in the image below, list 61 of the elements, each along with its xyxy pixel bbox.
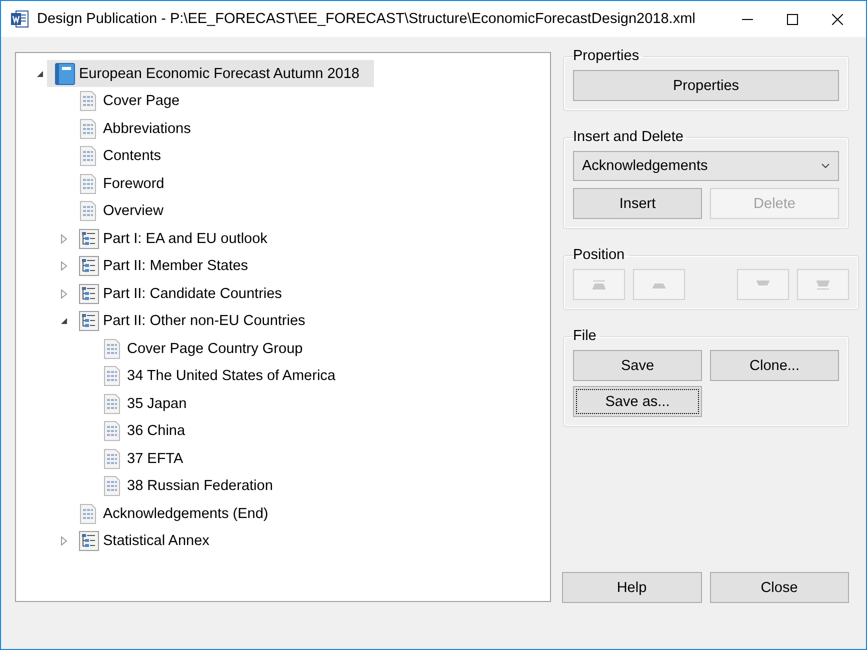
expand-icon[interactable] bbox=[60, 288, 68, 299]
page-icon bbox=[79, 504, 97, 524]
move-top-icon bbox=[591, 280, 607, 290]
page-icon bbox=[79, 91, 97, 112]
insert-button[interactable]: Insert bbox=[573, 188, 702, 219]
tree-item[interactable]: Statistical Annex bbox=[71, 528, 224, 555]
chevron-down-icon bbox=[821, 163, 830, 169]
collapse-icon[interactable] bbox=[60, 317, 68, 326]
tree-item[interactable]: 35 Japan bbox=[95, 390, 201, 418]
window-title: Design Publication - P:\EE_FORECAST\EE_FORECAST\Structure\EconomicForecastDesign2018.xml bbox=[37, 11, 696, 27]
page-icon bbox=[79, 174, 97, 194]
collapse-icon[interactable] bbox=[36, 70, 44, 78]
save-as-button[interactable]: Save as... bbox=[573, 386, 702, 417]
group-title: Insert and Delete bbox=[573, 129, 684, 145]
tree-item[interactable]: European Economic Forecast Autumn 2018 bbox=[47, 60, 374, 88]
tree-item[interactable]: 38 Russian Federation bbox=[95, 472, 287, 500]
section-icon bbox=[79, 284, 99, 304]
help-button[interactable]: Help bbox=[562, 572, 702, 603]
page-icon bbox=[103, 394, 121, 414]
tree-item[interactable]: 37 EFTA bbox=[95, 445, 198, 472]
close-icon[interactable] bbox=[832, 14, 843, 24]
section-icon bbox=[79, 531, 99, 552]
tree-item[interactable]: Cover Page bbox=[71, 88, 194, 115]
expand-icon[interactable] bbox=[60, 261, 68, 272]
page-icon bbox=[103, 476, 121, 496]
tree-item[interactable]: Overview bbox=[71, 198, 178, 225]
section-icon bbox=[79, 228, 99, 249]
group-title: Properties bbox=[573, 48, 640, 64]
tree-item[interactable]: Abbreviations bbox=[71, 115, 205, 142]
section-icon bbox=[79, 256, 99, 276]
tree-item[interactable]: Cover Page Country Group bbox=[95, 335, 317, 362]
clone-button[interactable]: Clone... bbox=[710, 350, 839, 381]
tree-item[interactable]: Acknowledgements (End) bbox=[71, 500, 282, 528]
tree-item[interactable]: 36 China bbox=[95, 418, 200, 445]
section-icon bbox=[79, 311, 99, 332]
page-icon bbox=[79, 118, 97, 139]
tree-item[interactable]: Part II: Other non-EU Countries bbox=[71, 308, 320, 335]
book-icon bbox=[55, 62, 75, 85]
expand-icon[interactable] bbox=[60, 536, 68, 546]
page-icon bbox=[79, 201, 97, 222]
group-title: Position bbox=[573, 247, 626, 263]
tree-item[interactable]: Part II: Candidate Countries bbox=[71, 280, 296, 308]
item-dropdown[interactable]: Acknowledgements bbox=[573, 151, 839, 181]
page-icon bbox=[103, 448, 121, 469]
page-icon bbox=[79, 146, 97, 166]
page-icon bbox=[103, 421, 121, 442]
move-bottom-icon bbox=[815, 280, 831, 290]
word-app-icon bbox=[11, 10, 29, 28]
page-icon bbox=[103, 338, 121, 359]
maximize-icon[interactable] bbox=[787, 14, 798, 24]
tree-item[interactable]: Part I: EA and EU outlook bbox=[71, 225, 282, 252]
group-title: File bbox=[573, 328, 598, 344]
page-icon bbox=[103, 366, 121, 386]
expand-icon[interactable] bbox=[60, 234, 68, 244]
tree-item[interactable]: Part II: Member States bbox=[71, 252, 262, 280]
save-button[interactable]: Save bbox=[573, 350, 702, 381]
close-button[interactable]: Close bbox=[710, 572, 849, 603]
tree-item[interactable]: Foreword bbox=[71, 170, 178, 198]
tree-item[interactable]: 34 The United States of America bbox=[95, 362, 350, 390]
properties-button[interactable]: Properties bbox=[573, 70, 839, 101]
tree-item[interactable]: Contents bbox=[71, 142, 176, 170]
